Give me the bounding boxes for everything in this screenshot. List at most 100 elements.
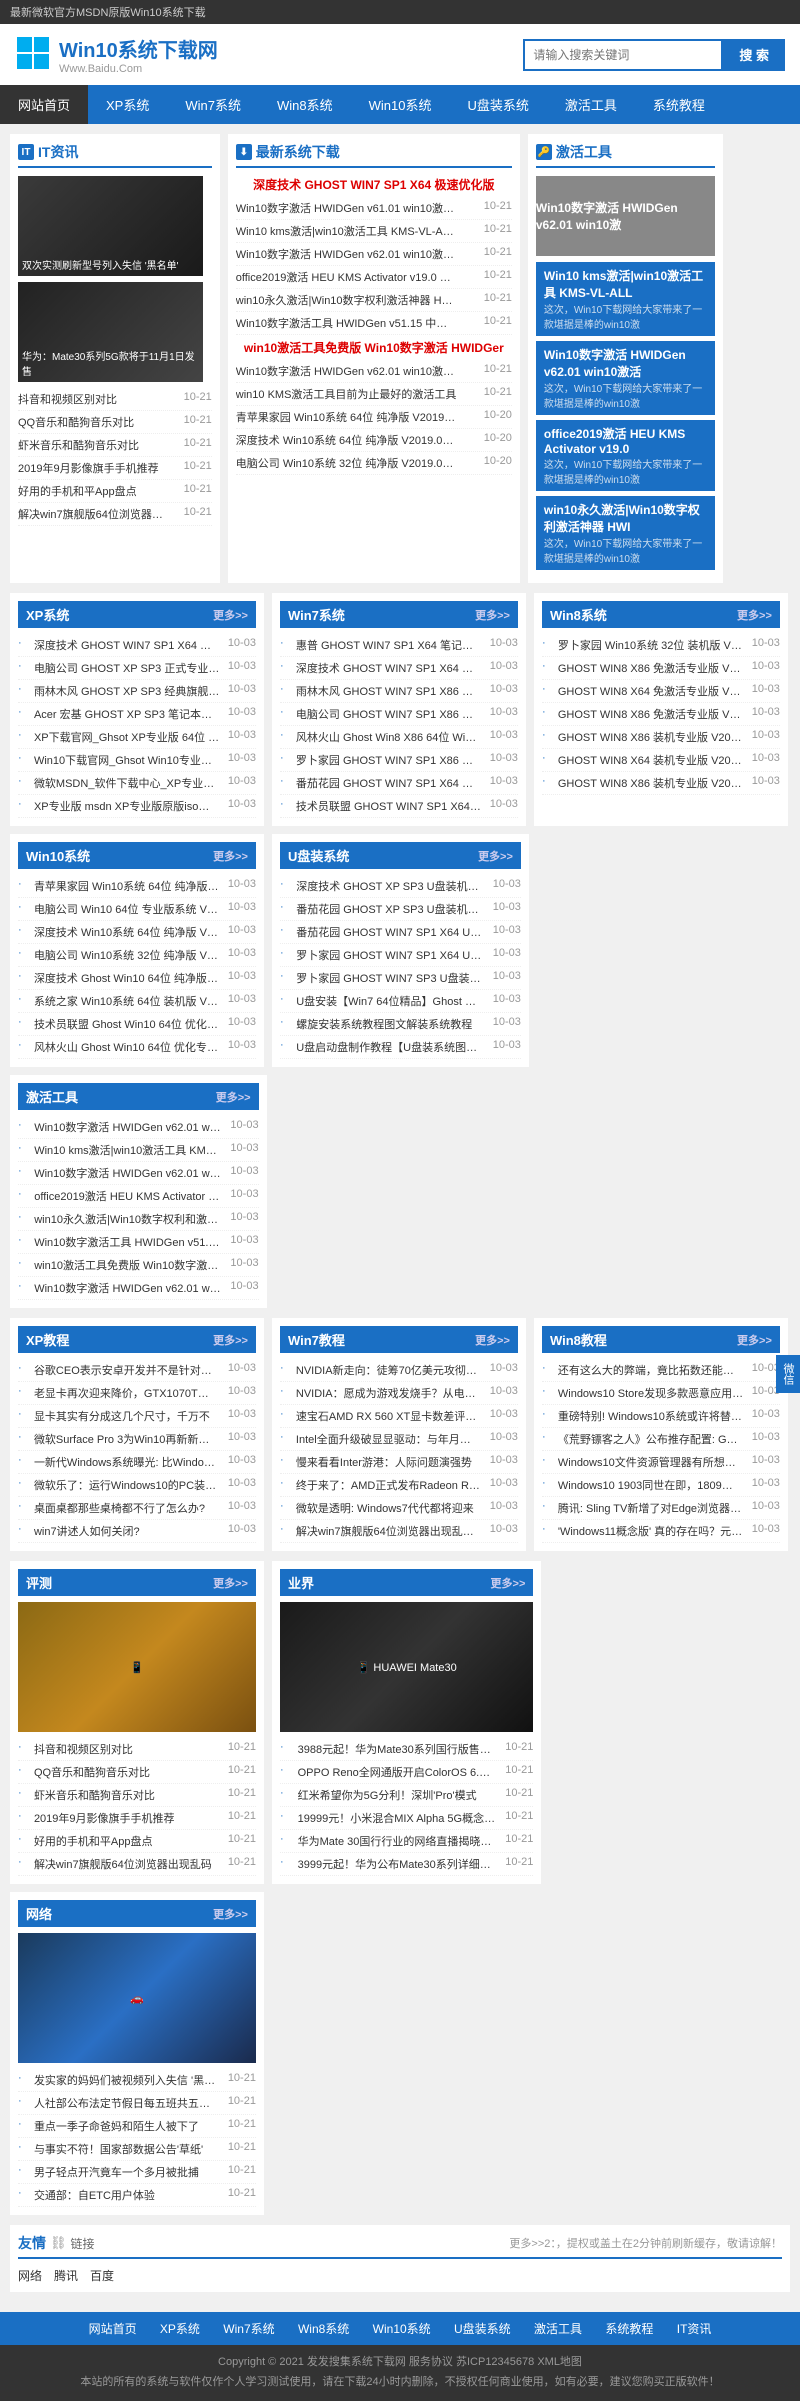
friend-links-more[interactable]: 更多>>2：，提权或盖土在2分钟前刷新缓存，敬请谅解！ (509, 2235, 782, 2251)
win7-link[interactable]: 电脑公司 GHOST WIN7 SP1 X86 正式... (296, 706, 482, 722)
network-link[interactable]: 与事实不符！国家部数据公告'草纸' (34, 2141, 220, 2157)
act-tool-link[interactable]: Win10 kms激活|win10激活工具 KMS-... (34, 1142, 222, 1158)
wechat-float-button[interactable]: 微信 (776, 1355, 800, 1393)
win8-link[interactable]: GHOST WIN8 X86 装机专业版 V2017... (558, 729, 744, 745)
dl-link[interactable]: 青苹果家园 Win10系统 64位 纯净版 V2019.08 (236, 409, 457, 425)
footer-nav-win10[interactable]: Win10系统 (373, 2322, 431, 2336)
win8-link[interactable]: GHOST WIN8 X86 装机专业版 V2019... (558, 775, 744, 791)
nav-item-win7[interactable]: Win7系统 (167, 85, 259, 124)
search-input[interactable] (523, 39, 723, 71)
win8-tut-link[interactable]: 'Windows11概念版' 真的存在吗？元能... (558, 1523, 744, 1539)
xp-link[interactable]: 深度技术 GHOST WIN7 SP1 X64 极速... (34, 637, 220, 653)
win8-tut-link[interactable]: Windows10 1903同世在即，1809版本... (558, 1477, 744, 1493)
act-tool-link[interactable]: Win10数字激活 HWIDGen v62.01 win... (34, 1280, 222, 1296)
win7-tut-link[interactable]: 慢来看看Inter游港：人际问题演强势 (296, 1454, 482, 1470)
dl-link[interactable]: win10 KMS激活工具目前为止最好的激活工具 (236, 386, 457, 402)
search-button[interactable]: 搜 索 (723, 39, 785, 71)
win8-link[interactable]: 罗卜家园 Win10系统 32位 装机版 V2019... (558, 637, 744, 653)
win8-more-link[interactable]: 更多>> (737, 607, 772, 623)
review-link[interactable]: 解决win7旗舰版64位浏览器出现乱码 (34, 1856, 220, 1872)
dl-highlight1[interactable]: 深度技术 GHOST WIN7 SP1 X64 极速优化版 (236, 176, 512, 193)
win8-link[interactable]: GHOST WIN8 X86 免激活专业版 V201... (558, 706, 744, 722)
industry-link[interactable]: 3988元起！华为Mate30系列国行版售价揭晓 (298, 1741, 496, 1757)
win10-link[interactable]: 电脑公司 Win10系统 32位 纯净版 V2019 (34, 947, 220, 963)
review-link[interactable]: 抖音和视频区别对比 (34, 1741, 220, 1757)
win10-link[interactable]: 技术员联盟 Ghost Win10 64位 优化专... (34, 1016, 220, 1032)
udisk-link[interactable]: U盘启动盘制作教程【U盘装系统图解教... (296, 1039, 484, 1055)
review-link[interactable]: QQ音乐和酷狗音乐对比 (34, 1764, 220, 1780)
xp-link[interactable]: Win10下载官网_Ghsot Win10专业版 6... (34, 752, 220, 768)
friend-link-tag-0[interactable]: 网络 (18, 2267, 42, 2284)
act-tool-more-link[interactable]: 更多>> (216, 1089, 251, 1105)
xp-more-link[interactable]: 更多>> (213, 607, 248, 623)
win7-tutorial-more[interactable]: 更多>> (475, 1332, 510, 1348)
news-link[interactable]: 虾米音乐和酷狗音乐对比 (18, 437, 173, 453)
xp-tut-link[interactable]: 一新代Windows系统曝光: 比Windows... (34, 1454, 220, 1470)
udisk-link[interactable]: 罗卜家园 GHOST WIN7 SP1 X64 U盘... (296, 947, 484, 963)
win7-link[interactable]: 雨林木风 GHOST WIN7 SP1 X86 经典... (296, 683, 482, 699)
nav-item-home[interactable]: 网站首页 (0, 85, 88, 124)
xp-link[interactable]: 电脑公司 GHOST XP SP3 正式专业版 V... (34, 660, 220, 676)
win10-link[interactable]: 风林火山 Ghost Win10 64位 优化专业版 (34, 1039, 220, 1055)
win8-tut-link[interactable]: 重磅特别! Windows10系统或许将替主机 (558, 1408, 744, 1424)
act-tool-link[interactable]: Win10数字激活 HWIDGen v62.01 win... (34, 1165, 222, 1181)
dl-link[interactable]: 深度技术 Win10系统 64位 纯净版 V2019.09_Win10... (236, 432, 457, 448)
xp-tut-link[interactable]: 谷歌CEO表示安卓开发并不是针对苹果 (34, 1362, 220, 1378)
win10-link[interactable]: 深度技术 Win10系统 64位 纯净版 V2019 (34, 924, 220, 940)
network-link[interactable]: 重点一季子命爸妈和陌生人被下了 (34, 2118, 220, 2134)
win7-tut-link[interactable]: 速宝石AMD RX 560 XT显卡数差评测：... (296, 1408, 482, 1424)
win10-link[interactable]: 电脑公司 Win10 64位 专业版系统 V2019 (34, 901, 220, 917)
xp-tutorial-more[interactable]: 更多>> (213, 1332, 248, 1348)
nav-item-win8[interactable]: Win8系统 (259, 85, 351, 124)
win8-tut-link[interactable]: 还有这么大的弊端，竟比拓数还能前半 (558, 1362, 744, 1378)
industry-link[interactable]: 3999元起！华为公布Mate30系列详细配置 (298, 1856, 496, 1872)
xp-link[interactable]: XP下载官网_Ghsot XP专业版 64位 专业版 (34, 729, 220, 745)
win7-link[interactable]: 番茄花园 GHOST WIN7 SP1 X64 装机... (296, 775, 482, 791)
xp-link[interactable]: 微软MSDN_软件下载中心_XP专业版19... (34, 775, 220, 791)
dl-link[interactable]: office2019激活 HEU KMS Activator v19.0 win… (236, 269, 457, 285)
xp-tut-link[interactable]: 微软Surface Pro 3为Win10再新新固件... (34, 1431, 220, 1447)
friend-link-tag-2[interactable]: 百度 (90, 2267, 114, 2284)
win10-link[interactable]: 系统之家 Win10系统 64位 装机版 V2019 (34, 993, 220, 1009)
win8-tutorial-more[interactable]: 更多>> (737, 1332, 772, 1348)
nav-item-xp[interactable]: XP系统 (88, 85, 167, 124)
win10-more-link[interactable]: 更多>> (213, 848, 248, 864)
xp-tut-link[interactable]: 显卡其实有分成这几个尺寸，千万不 (34, 1408, 220, 1424)
dl-link[interactable]: Win10数字激活 HWIDGen v62.01 win10激活工具... (236, 246, 457, 262)
udisk-link[interactable]: 螺旋安装系统教程图文解装系统教程 (296, 1016, 484, 1032)
xp-tut-link[interactable]: win7讲述人如何关闭? (34, 1523, 220, 1539)
win8-link[interactable]: GHOST WIN8 X64 装机专业版 V2017... (558, 752, 744, 768)
win7-tut-link[interactable]: NVIDIA新走向：徒筹70亿美元攻彻服务器 (296, 1362, 482, 1378)
dl-link[interactable]: 电脑公司 Win10系统 32位 纯净版 V2019.09_Win10... (236, 455, 457, 471)
win8-tut-link[interactable]: Windows10 Store发现多款恶意应用，... (558, 1385, 744, 1401)
win8-tut-link[interactable]: 腾讯: Sling TV新增了对Edge浏览器的支 (558, 1500, 744, 1516)
act-tool-link[interactable]: win10激活工具免费版 Win10数字激活工具 H (34, 1257, 222, 1273)
dl-link[interactable]: win10永久激活|Win10数字权利激活神器 HWIDGen ... (236, 292, 457, 308)
xp-tut-link[interactable]: 老显卡再次迎来降价，GTX1070T部分已 (34, 1385, 220, 1401)
network-link[interactable]: 交通部：自ETC用户体验 (34, 2187, 220, 2203)
news-link[interactable]: 好用的手机和平App盘点 (18, 483, 173, 499)
act-item-2[interactable]: office2019激活 HEU KMS Activator v19.0 这次，… (536, 420, 715, 491)
review-link[interactable]: 虾米音乐和酷狗音乐对比 (34, 1787, 220, 1803)
footer-nav-udisk[interactable]: U盘装系统 (454, 2322, 511, 2336)
network-more[interactable]: 更多>> (213, 1906, 248, 1922)
news-link[interactable]: QQ音乐和酷狗音乐对比 (18, 414, 173, 430)
footer-nav-xp[interactable]: XP系统 (160, 2322, 200, 2336)
footer-nav-it[interactable]: IT资讯 (677, 2322, 712, 2336)
act-item-3[interactable]: win10永久激活|Win10数字权利激活神器 HWI 这次，Win10下载网给… (536, 496, 715, 570)
win7-tut-link[interactable]: NVIDIA：愿成为游戏发烧手？从电脑配置 (296, 1385, 482, 1401)
win7-tut-link[interactable]: 解决win7旗舰版64位浏览器出现乱码... (296, 1523, 482, 1539)
industry-more[interactable]: 更多>> (491, 1575, 526, 1591)
win7-link[interactable]: 风林火山 Ghost Win8 X86 64位 Win8优化... (296, 729, 482, 745)
udisk-link[interactable]: 罗卜家园 GHOST WIN7 SP3 U盘装机极速版 (296, 970, 484, 986)
xp-link[interactable]: Acer 宏基 GHOST XP SP3 笔记本通用... (34, 706, 220, 722)
dl-link[interactable]: Win10数字激活工具 HWIDGen v51.15 中文版（完... (236, 315, 457, 331)
udisk-link[interactable]: 番茄花园 GHOST XP SP3 U盘装机正式版 (296, 901, 484, 917)
win8-tut-link[interactable]: Windows10文件资源管理器有所想出UI... (558, 1454, 744, 1470)
nav-item-activation[interactable]: 激活工具 (547, 85, 635, 124)
footer-nav-tutorial[interactable]: 系统教程 (605, 2322, 653, 2336)
dl-highlight2[interactable]: win10激活工具免费版 Win10数字激活 HWIDGer (236, 339, 512, 356)
xp-link[interactable]: XP专业版 msdn XP专业版原版iso镜像... (34, 798, 220, 814)
network-link[interactable]: 男子轻点开汽竟车一个多月被批捕 (34, 2164, 220, 2180)
act-item-0[interactable]: Win10 kms激活|win10激活工具 KMS-VL-ALL 这次，Win1… (536, 262, 715, 336)
